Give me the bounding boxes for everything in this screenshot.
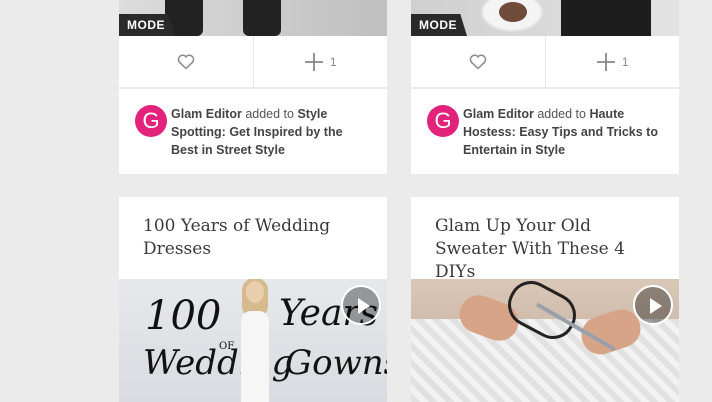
- play-icon[interactable]: [341, 285, 381, 325]
- avatar-icon[interactable]: G: [135, 105, 167, 137]
- boot-right: [243, 0, 281, 36]
- thumbnail-script: Gowns: [285, 343, 387, 383]
- post-image-style[interactable]: MODE: [119, 0, 387, 36]
- model-figure: [231, 279, 279, 402]
- post-image-hostess[interactable]: MODE: [411, 0, 679, 36]
- like-button[interactable]: [119, 36, 253, 87]
- post-card[interactable]: 100 Years of Wedding Dresses: [119, 197, 387, 279]
- heart-icon: [177, 54, 195, 70]
- video-thumbnail[interactable]: 100 Years OF Wedding Gowns: [119, 279, 387, 402]
- like-button[interactable]: [411, 36, 545, 87]
- user-link[interactable]: Glam Editor: [463, 107, 534, 121]
- add-count: 1: [329, 54, 337, 69]
- mode-badge: MODE: [119, 14, 175, 36]
- activity-strip: G Glam Editor added to Style Spotting: G…: [119, 89, 387, 174]
- mode-badge: MODE: [411, 14, 467, 36]
- video-thumbnail[interactable]: [411, 279, 679, 402]
- activity-text: Glam Editor added to Haute Hostess: Easy…: [463, 105, 663, 174]
- activity-verb: added to: [241, 107, 298, 121]
- user-link[interactable]: Glam Editor: [171, 107, 242, 121]
- play-icon[interactable]: [633, 285, 673, 325]
- thumbnail-script: 100: [145, 293, 222, 339]
- plus-icon: [596, 52, 615, 71]
- post-title[interactable]: Glam Up Your Old Sweater With These 4 DI…: [435, 215, 655, 284]
- activity-strip: G Glam Editor added to Haute Hostess: Ea…: [411, 89, 679, 174]
- feed: MODE 1 G Glam Editor added to Style Spot…: [0, 0, 712, 402]
- plate: [481, 0, 543, 32]
- activity-text: Glam Editor added to Style Spotting: Get…: [171, 105, 371, 174]
- action-row: 1: [411, 36, 679, 87]
- action-row: 1: [119, 36, 387, 87]
- plus-icon: [304, 52, 323, 71]
- avatar-icon[interactable]: G: [427, 105, 459, 137]
- post-card[interactable]: Glam Up Your Old Sweater With These 4 DI…: [411, 197, 679, 282]
- jacket: [561, 0, 651, 36]
- add-to-board-button[interactable]: 1: [252, 36, 387, 87]
- heart-icon: [469, 54, 487, 70]
- activity-verb: added to: [533, 107, 590, 121]
- add-to-board-button[interactable]: 1: [544, 36, 679, 87]
- post-title[interactable]: 100 Years of Wedding Dresses: [143, 215, 363, 261]
- add-count: 1: [621, 54, 629, 69]
